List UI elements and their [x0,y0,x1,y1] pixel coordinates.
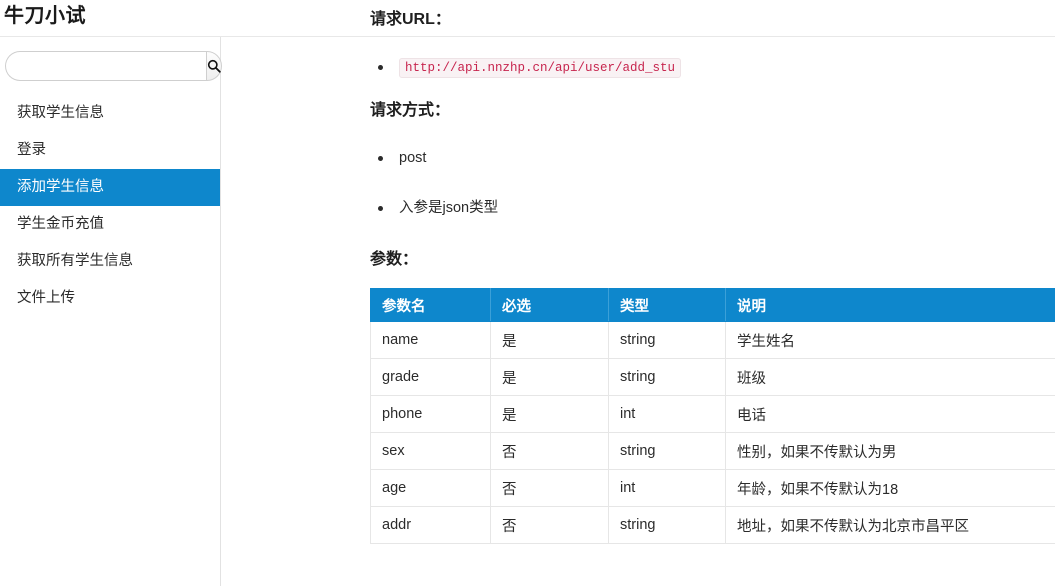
table-cell: 是 [490,321,609,359]
sidebar-item-label: 获取所有学生信息 [17,253,133,269]
list-item: post [370,147,498,169]
sidebar-item-4[interactable]: 获取所有学生信息 [0,243,220,280]
table-cell: int [608,395,726,433]
table-column-header: 必选 [490,288,609,322]
table-cell: sex [370,432,491,470]
table-column-header: 参数名 [370,288,491,322]
page-title: 牛刀小试 [4,5,86,27]
sidebar-item-5[interactable]: 文件上传 [0,280,220,317]
table-cell: string [608,432,726,470]
search-input[interactable] [5,51,206,81]
table-column-header: 说明 [725,288,1055,322]
page-root: 牛刀小试 获取学生信息 登录添加学生信息 学生金币充值获取所有学生信息 文件上传 请求… [0,0,1055,586]
sidebar-item-2[interactable]: 添加学生信息 [0,169,220,206]
table-row: phone 是 int 电话 [370,395,1055,433]
table-cell: 地址，如果不传默认为北京市昌平区 [725,506,1055,544]
table-cell: string [608,358,726,396]
list-item: 入参是json类型 [370,197,498,219]
table-row: grade 是 string 班级 [370,358,1055,396]
table-cell: 班级 [725,358,1055,396]
table-cell: 否 [490,469,609,507]
sidebar-item-label: 学生金币充值 [17,216,104,232]
sidebar-item-3[interactable]: 学生金币充值 [0,206,220,243]
sidebar-item-0[interactable]: 获取学生信息 [0,95,220,132]
table-column-header: 类型 [608,288,726,322]
request-url-code: http://api.nnzhp.cn/api/user/add_stu [399,58,682,78]
sidebar-item-1[interactable]: 登录 [0,132,220,169]
table-cell: string [608,506,726,544]
table-cell: string [608,321,726,359]
search-box [5,51,222,81]
table-row: age 否 int 年龄，如果不传默认为18 [370,469,1055,507]
table-cell: int [608,469,726,507]
request-url-list: http://api.nnzhp.cn/api/user/add_stu [370,56,682,79]
table-cell: 电话 [725,395,1055,433]
table-cell: addr [370,506,491,544]
sidebar: 获取学生信息 登录添加学生信息 学生金币充值获取所有学生信息 文件上传 [0,37,222,586]
parameters-heading: 参数： [370,251,419,268]
table-body: name 是 string 学生姓名 grade 是 string 班级 phone 是 int 电话… [370,321,1055,544]
table-cell: grade [370,358,491,396]
table-cell: 否 [490,432,609,470]
parameters-table: 参数名 必选 类型 说明 name 是 string 学生姓名 grade 是 string 班级 p… [370,288,1055,544]
table-cell: 性别，如果不传默认为男 [725,432,1055,470]
search-button[interactable] [206,51,222,81]
request-method-list: post 入参是json类型 [370,147,498,219]
table-cell: 否 [490,506,609,544]
table-cell: phone [370,395,491,433]
table-cell: age [370,469,491,507]
table-row: name 是 string 学生姓名 [370,321,1055,359]
table-header-row: 参数名 必选 类型 说明 [370,288,1055,322]
table-cell: 是 [490,358,609,396]
table-cell: 是 [490,395,609,433]
table-row: sex 否 string 性别，如果不传默认为男 [370,432,1055,470]
request-method-heading: 请求方式： [370,102,451,119]
table-cell: 学生姓名 [725,321,1055,359]
sidebar-item-label: 添加学生信息 [17,179,104,195]
sidebar-item-label: 文件上传 [17,290,75,306]
table-cell: 年龄，如果不传默认为18 [725,469,1055,507]
request-url-heading: 请求URL： [370,11,451,28]
table-cell: name [370,321,491,359]
sidebar-item-label: 获取学生信息 [17,105,104,121]
sidebar-item-label: 登录 [17,142,46,158]
search-icon [207,59,221,73]
table-row: addr 否 string 地址，如果不传默认为北京市昌平区 [370,506,1055,544]
list-item: http://api.nnzhp.cn/api/user/add_stu [370,56,682,79]
sidebar-menu: 获取学生信息 登录添加学生信息 学生金币充值获取所有学生信息 文件上传 [0,95,220,317]
main-content: 请求URL： http://api.nnzhp.cn/api/user/add_… [222,0,1055,586]
